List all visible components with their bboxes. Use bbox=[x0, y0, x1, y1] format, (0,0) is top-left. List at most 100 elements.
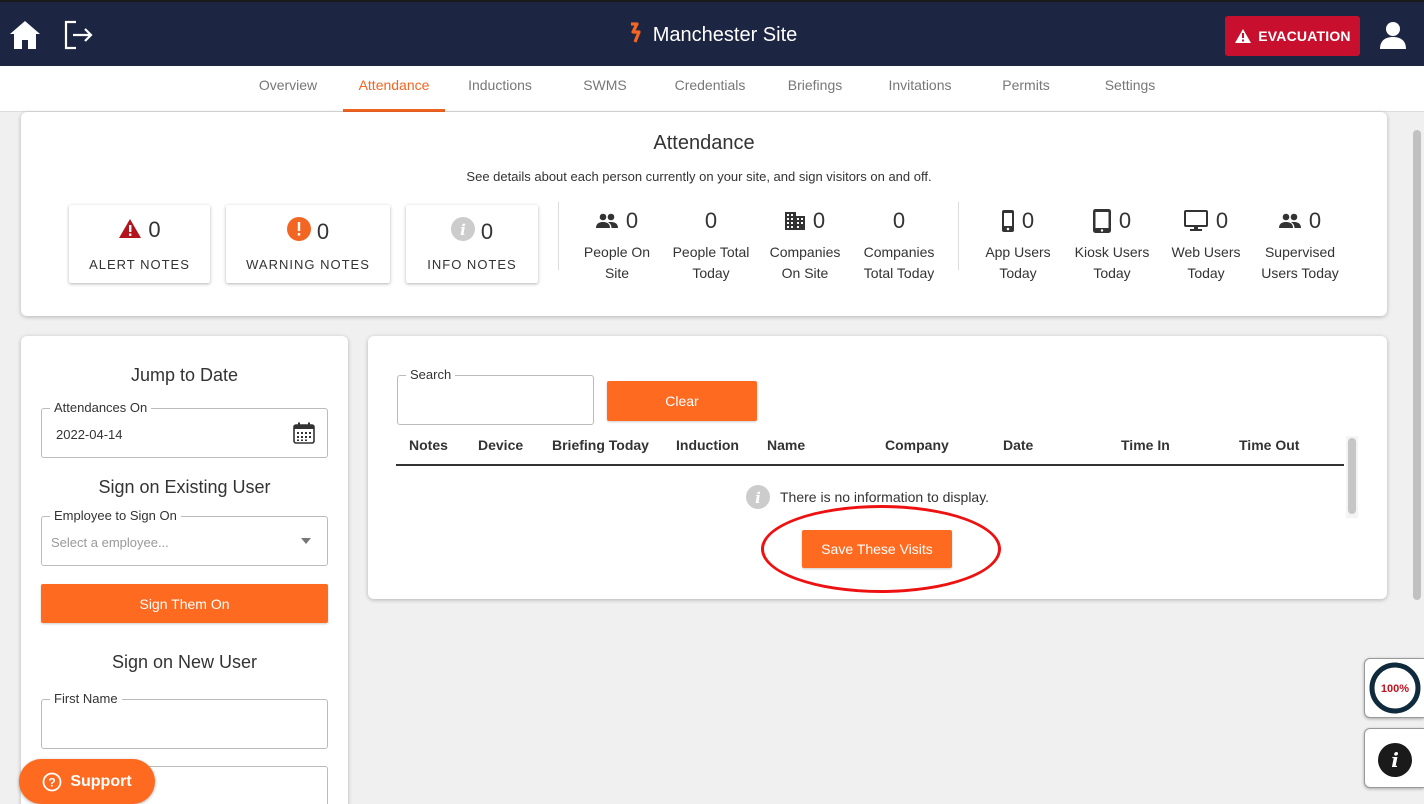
stat-companies-total-today: 0 Companies Total Today bbox=[852, 205, 946, 284]
user-account-icon[interactable] bbox=[1378, 20, 1408, 50]
attendance-table-panel: Search Clear Notes Device Briefing Today… bbox=[368, 336, 1387, 599]
exclamation-circle-icon bbox=[286, 217, 311, 241]
attendances-date-field[interactable]: Attendances On 2022-04-14 bbox=[41, 400, 328, 458]
info-widget[interactable]: i bbox=[1364, 728, 1424, 788]
svg-text:i: i bbox=[755, 489, 761, 507]
first-name-field[interactable]: First Name bbox=[41, 691, 328, 749]
alert-notes-box[interactable]: 0 ALERT NOTES bbox=[69, 205, 210, 283]
info-icon: i bbox=[1378, 743, 1412, 777]
jump-to-date-heading: Jump to Date bbox=[130, 365, 239, 385]
tab-invitations[interactable]: Invitations bbox=[878, 66, 962, 112]
column-header-notes[interactable]: Notes bbox=[409, 437, 448, 453]
info-notes-label: INFO NOTES bbox=[427, 257, 517, 272]
stat-supervised-users-today: 0 Supervised Users Today bbox=[1253, 205, 1347, 284]
stat-label-line1: People Total bbox=[672, 244, 750, 260]
logout-icon[interactable] bbox=[62, 18, 94, 52]
stat-label-line2: Users Today bbox=[1261, 265, 1339, 281]
svg-text:i: i bbox=[1391, 748, 1399, 772]
progress-percent: 100% bbox=[1381, 683, 1409, 695]
search-label: Search bbox=[406, 367, 456, 382]
empty-state-message: There is no information to display. bbox=[780, 489, 990, 505]
info-notes-count: 0 bbox=[480, 219, 494, 244]
column-header-company[interactable]: Company bbox=[885, 437, 949, 453]
stat-app-users-today: 0 App Users Today bbox=[971, 205, 1065, 284]
mobile-icon bbox=[1001, 210, 1014, 232]
column-header-device[interactable]: Device bbox=[478, 437, 523, 453]
stat-label-line1: Companies bbox=[863, 244, 935, 260]
tab-swms[interactable]: SWMS bbox=[572, 66, 638, 112]
info-circle-icon: i bbox=[450, 217, 475, 241]
attendances-date-value[interactable]: 2022-04-14 bbox=[56, 427, 123, 442]
evacuation-button[interactable]: EVACUATION bbox=[1225, 16, 1360, 56]
sign-on-new-heading: Sign on New User bbox=[111, 652, 258, 672]
stat-web-users-today: 0 Web Users Today bbox=[1159, 205, 1253, 284]
stat-value: 0 bbox=[1021, 208, 1035, 233]
attendances-field-label: Attendances On bbox=[50, 400, 152, 415]
chevron-down-icon[interactable] bbox=[301, 538, 311, 544]
calendar-icon[interactable] bbox=[293, 422, 315, 449]
page-scrollbar-thumb[interactable] bbox=[1413, 130, 1421, 600]
progress-widget[interactable]: 100% bbox=[1364, 658, 1424, 718]
stat-people-total-today: 0 People Total Today bbox=[664, 205, 758, 284]
sign-on-panel: Jump to Date Attendances On 2022-04-14 S… bbox=[21, 336, 348, 804]
site-title: Manchester Site bbox=[0, 22, 1424, 50]
tab-attendance[interactable]: Attendance bbox=[343, 66, 445, 112]
top-navbar: Manchester Site EVACUATION bbox=[0, 0, 1424, 66]
people-icon bbox=[595, 213, 618, 228]
stat-value: 0 bbox=[704, 208, 718, 233]
divider bbox=[558, 202, 559, 270]
site-title-text: Manchester Site bbox=[652, 24, 798, 46]
stat-label-line1: Companies bbox=[769, 244, 841, 260]
column-header-briefing-today[interactable]: Briefing Today bbox=[552, 437, 649, 453]
save-these-visits-button[interactable]: Save These Visits bbox=[802, 530, 952, 568]
clear-button[interactable]: Clear bbox=[607, 381, 757, 421]
alert-notes-count: 0 bbox=[148, 217, 161, 242]
tab-briefings[interactable]: Briefings bbox=[780, 66, 850, 112]
column-header-date[interactable]: Date bbox=[1003, 437, 1033, 453]
employee-select[interactable]: Employee to Sign On Select a employee... bbox=[41, 508, 328, 566]
tab-permits[interactable]: Permits bbox=[992, 66, 1060, 112]
stat-label-line2: Today bbox=[692, 265, 730, 281]
tab-inductions[interactable]: Inductions bbox=[458, 66, 542, 112]
stat-label-line2: Today bbox=[999, 265, 1037, 281]
table-scrollbar-thumb[interactable] bbox=[1348, 438, 1356, 514]
column-header-induction[interactable]: Induction bbox=[676, 437, 739, 453]
warning-triangle-icon bbox=[1235, 29, 1252, 43]
page-title: Attendance bbox=[653, 132, 755, 154]
stat-label-line1: Web Users bbox=[1171, 244, 1241, 260]
sign-them-on-button[interactable]: Sign Them On bbox=[41, 584, 328, 623]
empty-state: i There is no information to display. bbox=[746, 485, 989, 509]
help-circle-icon: ? bbox=[42, 772, 62, 791]
column-header-time-in[interactable]: Time In bbox=[1121, 437, 1170, 453]
tab-settings[interactable]: Settings bbox=[1094, 66, 1166, 112]
evacuation-label: EVACUATION bbox=[1258, 28, 1351, 44]
stat-label-line2: On Site bbox=[781, 265, 829, 281]
stat-value: 0 bbox=[1308, 208, 1322, 233]
divider bbox=[958, 202, 959, 270]
stat-value: 0 bbox=[625, 208, 639, 233]
alert-triangle-icon bbox=[119, 219, 142, 238]
home-icon[interactable] bbox=[8, 18, 42, 52]
stat-value: 0 bbox=[1215, 208, 1229, 233]
info-notes-box[interactable]: i0 INFO NOTES bbox=[406, 205, 538, 283]
column-header-name[interactable]: Name bbox=[767, 437, 805, 453]
tab-overview[interactable]: Overview bbox=[248, 66, 328, 112]
tab-credentials[interactable]: Credentials bbox=[667, 66, 753, 112]
svg-text:i: i bbox=[460, 221, 466, 239]
employee-field-label: Employee to Sign On bbox=[50, 508, 181, 523]
stat-label-line1: Supervised bbox=[1264, 244, 1336, 260]
section-tabs: Overview Attendance Inductions SWMS Cred… bbox=[0, 66, 1424, 112]
stat-label-line2: Today bbox=[1093, 265, 1131, 281]
monitor-icon bbox=[1183, 210, 1208, 231]
stat-label-line1: Kiosk Users bbox=[1074, 244, 1150, 260]
support-button[interactable]: ? Support bbox=[19, 759, 155, 804]
stat-label-line1: People On bbox=[583, 244, 651, 260]
people-icon bbox=[1278, 213, 1301, 228]
svg-text:?: ? bbox=[49, 775, 56, 789]
stat-companies-on-site: 0 Companies On Site bbox=[758, 205, 852, 284]
search-input[interactable]: Search bbox=[397, 367, 594, 425]
column-header-time-out[interactable]: Time Out bbox=[1239, 437, 1299, 453]
table-scrollbar[interactable] bbox=[1346, 436, 1358, 518]
table-header-divider bbox=[396, 464, 1344, 466]
warning-notes-box[interactable]: 0 WARNING NOTES bbox=[226, 205, 390, 283]
